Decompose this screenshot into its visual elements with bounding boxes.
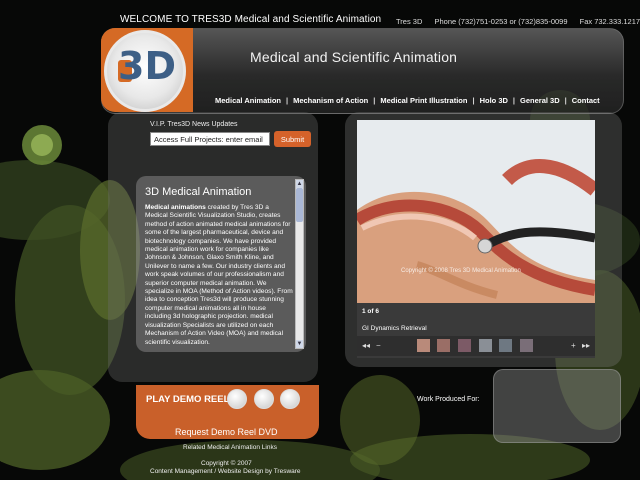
scroll-down-arrow-icon[interactable]: ▼ [296,340,303,348]
copyright-text: Copyright © 2007 [201,460,252,467]
quicktime-icon[interactable] [254,389,274,409]
nav-separator: | [472,96,475,105]
nav-medical-animation[interactable]: Medical Animation [215,96,281,105]
nav-separator: | [512,96,516,105]
zoom-out-icon[interactable]: − [376,341,381,350]
animation-viewer[interactable] [353,120,600,303]
credit-text[interactable]: Content Management / Website Design by T… [150,468,301,475]
request-dvd-link[interactable]: Request Demo Reel DVD [175,427,278,437]
slide-caption: GI Dynamics Retrieval [362,325,427,332]
slide-counter: 1 of 6 [362,308,379,315]
stomach-cross-section-image [353,120,600,303]
logo-text: 3D [118,44,176,88]
work-produced-label: Work Produced For: [417,396,480,403]
thumbnail-1[interactable] [417,339,430,352]
next-page-icon[interactable]: ▸▸ [582,341,590,350]
nav-contact[interactable]: Contact [572,96,600,105]
article-lead: Medical animations [145,204,206,211]
nav-general-3d[interactable]: General 3D [520,96,560,105]
zoom-in-icon[interactable]: + [571,341,576,350]
contact-info: Tres 3D Phone (732)751-0253 or (732)835-… [396,17,640,26]
related-links[interactable]: Related Medical Animation Links [183,444,277,451]
nav-holo-3d[interactable]: Holo 3D [480,96,508,105]
submit-button[interactable]: Submit [274,131,311,147]
site-title: Medical and Scientific Animation [250,49,458,65]
phone-text: Phone (732)751-0253 or (732)835-0099 [434,17,568,26]
nav-separator: | [564,96,567,105]
prev-page-icon[interactable]: ◂◂ [362,341,370,350]
company-name: Tres 3D [396,17,423,26]
thumbnail-5[interactable] [499,339,512,352]
vip-news-label: V.I.P. Tres3D News Updates [150,121,238,128]
welcome-text: WELCOME TO TRES3D Medical and Scientific… [120,14,382,25]
article-body: Medical animations created by Tres 3D a … [145,204,293,347]
article-text: created by Tres 3D a Medical Scientific … [145,204,293,346]
nav-medical-print-illustration[interactable]: Medical Print Illustration [380,96,467,105]
article-scrollbar[interactable]: ▲ ▼ [295,179,304,349]
thumbnail-4[interactable] [479,339,492,352]
thumbnail-3[interactable] [458,339,471,352]
email-input[interactable] [150,132,270,146]
scroll-up-arrow-icon[interactable]: ▲ [296,180,303,188]
viewer-watermark: Copyright © 2008 Tres 3D Medical Animati… [401,268,521,274]
nav-separator: | [285,96,289,105]
realplayer-icon[interactable] [280,389,300,409]
main-nav: Medical Animation | Mechanism of Action | Me… [215,96,600,105]
thumbnail-6[interactable] [520,339,533,352]
nav-separator: | [373,96,376,105]
scroll-thumb[interactable] [296,188,303,222]
nav-mechanism-of-action[interactable]: Mechanism of Action [293,96,368,105]
windows-media-icon[interactable] [227,389,247,409]
thumbnail-2[interactable] [437,339,450,352]
play-demo-reel-button[interactable]: PLAY DEMO REEL [146,394,229,405]
article-title: 3D Medical Animation [145,186,252,198]
fax-text: Fax 732.333.1217 [579,17,640,26]
client-logos-box [493,369,621,443]
thumbnail-strip [357,336,595,356]
